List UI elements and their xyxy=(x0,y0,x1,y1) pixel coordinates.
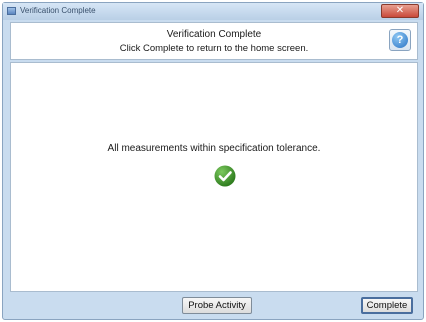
question-mark-icon: ? xyxy=(392,32,408,48)
help-button[interactable]: ? xyxy=(389,29,411,51)
app-icon xyxy=(7,7,16,15)
header-panel: Verification Complete Click Complete to … xyxy=(10,22,418,60)
check-circle-icon xyxy=(214,165,236,187)
probe-activity-button[interactable]: Probe Activity xyxy=(182,297,252,314)
footer-bar: Probe Activity Complete xyxy=(10,294,418,318)
title-bar[interactable]: Verification Complete ✕ xyxy=(3,3,423,20)
window-title: Verification Complete xyxy=(20,6,96,15)
verification-window: Verification Complete ✕ Verification Com… xyxy=(2,2,424,320)
instruction-text: Click Complete to return to the home scr… xyxy=(119,43,309,54)
complete-button[interactable]: Complete xyxy=(361,297,413,314)
main-panel: All measurements within specification to… xyxy=(10,62,418,292)
status-message: All measurements within specification to… xyxy=(107,143,321,154)
page-title: Verification Complete xyxy=(166,29,262,40)
close-button[interactable]: ✕ xyxy=(381,4,419,18)
